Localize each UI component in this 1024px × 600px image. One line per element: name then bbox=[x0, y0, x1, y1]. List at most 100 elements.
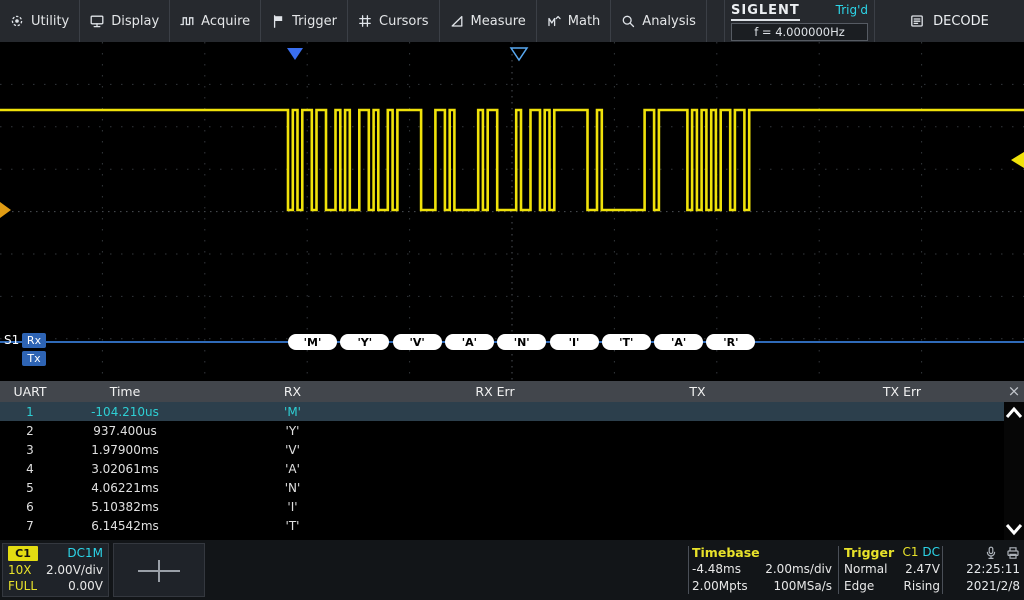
bandwidth-readout: FULL bbox=[8, 579, 37, 594]
divider bbox=[838, 546, 839, 594]
trigger-type-readout: Edge bbox=[844, 578, 874, 595]
channel1-chip: C1 bbox=[8, 546, 38, 561]
divider bbox=[688, 546, 689, 594]
microphone-icon bbox=[984, 546, 998, 560]
table-row[interactable]: 43.02061ms'A' bbox=[0, 459, 1024, 478]
decode-icon bbox=[910, 14, 924, 28]
column-header-uart: UART bbox=[0, 384, 60, 399]
table-body: 1-104.210us'M'2937.400us'Y'31.97900ms'V'… bbox=[0, 402, 1024, 535]
menu-label: Acquire bbox=[201, 14, 250, 29]
table-cell: 5 bbox=[0, 481, 60, 495]
close-icon[interactable]: × bbox=[1004, 381, 1024, 402]
volts-per-div-readout: 2.00V/div bbox=[46, 563, 103, 578]
table-cell: 5.10382ms bbox=[60, 500, 190, 514]
table-cell: 1 bbox=[0, 405, 60, 419]
table-row[interactable]: 31.97900ms'V' bbox=[0, 440, 1024, 459]
decode-char-bubble: 'I' bbox=[550, 334, 599, 350]
decode-bus-label: S1 bbox=[4, 333, 19, 347]
siglent-logo: SIGLENT bbox=[731, 3, 800, 21]
table-row[interactable]: 65.10382ms'I' bbox=[0, 497, 1024, 516]
display-icon bbox=[90, 14, 104, 28]
table-row[interactable]: 76.14542ms'T' bbox=[0, 516, 1024, 535]
table-cell: 3 bbox=[0, 443, 60, 457]
rx-badge: Rx bbox=[22, 333, 46, 348]
decode-button-label: DECODE bbox=[933, 14, 989, 29]
menu-label: Display bbox=[111, 14, 159, 29]
graticule-grid bbox=[0, 42, 1024, 381]
timebase-scale-readout: 2.00ms/div bbox=[765, 561, 832, 578]
menu-item-math[interactable]: Math bbox=[537, 0, 612, 42]
table-cell: 7 bbox=[0, 519, 60, 533]
table-cell: 'I' bbox=[190, 500, 395, 514]
trigger-delay-marker[interactable] bbox=[287, 48, 303, 60]
decode-char-bubble: 'A' bbox=[445, 334, 494, 350]
trigger-status-badge: Trig'd bbox=[836, 3, 868, 17]
trigger-level-marker[interactable] bbox=[1011, 152, 1024, 168]
table-header-row: UART Time RX RX Err TX TX Err × bbox=[0, 381, 1024, 402]
trigger-source-readout: C1 bbox=[903, 545, 919, 559]
trigger-descriptor[interactable]: Trigger C1 DC Normal 2.47V Edge Rising bbox=[844, 544, 940, 595]
table-cell: 3.02061ms bbox=[60, 462, 190, 476]
decode-char-bubble: 'N' bbox=[497, 334, 546, 350]
column-header-rxerr: RX Err bbox=[395, 384, 595, 399]
trace-position-widget bbox=[113, 543, 205, 597]
scroll-up-icon[interactable] bbox=[1005, 406, 1023, 419]
table-cell: 'N' bbox=[190, 481, 395, 495]
measure-icon bbox=[450, 14, 464, 28]
trigger-title: Trigger bbox=[844, 544, 894, 561]
table-cell: 937.400us bbox=[60, 424, 190, 438]
trigger-mode-readout: Normal bbox=[844, 561, 887, 578]
frequency-counter-readout: f = 4.000000Hz bbox=[731, 23, 868, 41]
menu-label: Measure bbox=[471, 14, 526, 29]
memory-depth-readout: 2.00Mpts bbox=[692, 578, 748, 595]
cursors-icon bbox=[358, 14, 372, 28]
decode-char-bubble: 'Y' bbox=[340, 334, 389, 350]
crosshair-icon bbox=[158, 560, 160, 582]
analysis-icon bbox=[621, 14, 635, 28]
coupling-readout: DC1M bbox=[67, 546, 103, 561]
menu-label: Cursors bbox=[379, 14, 429, 29]
acquire-icon bbox=[180, 14, 194, 28]
ch1-zero-level-marker[interactable] bbox=[0, 202, 11, 218]
trigger-coupling-readout: DC bbox=[922, 545, 940, 559]
table-cell: 'M' bbox=[190, 405, 395, 419]
decode-button[interactable]: DECODE bbox=[874, 0, 1024, 42]
table-row[interactable]: 54.06221ms'N' bbox=[0, 478, 1024, 497]
scroll-down-icon[interactable] bbox=[1005, 523, 1023, 536]
menu-item-trigger[interactable]: Trigger bbox=[261, 0, 348, 42]
table-cell: 1.97900ms bbox=[60, 443, 190, 457]
decode-char-bubble: 'A' bbox=[654, 334, 703, 350]
column-header-tx: TX bbox=[595, 384, 800, 399]
menu-item-measure[interactable]: Measure bbox=[440, 0, 537, 42]
time-readout: 22:25:11 bbox=[946, 561, 1020, 578]
sample-rate-readout: 100MSa/s bbox=[773, 578, 832, 595]
trigger-level-readout: 2.47V bbox=[905, 561, 940, 578]
menu-item-analysis[interactable]: Analysis bbox=[611, 0, 707, 42]
table-row[interactable]: 1-104.210us'M' bbox=[0, 402, 1024, 421]
trigger-slope-readout: Rising bbox=[904, 578, 940, 595]
menu-item-display[interactable]: Display bbox=[80, 0, 170, 42]
timebase-descriptor[interactable]: Timebase -4.48ms 2.00ms/div 2.00Mpts 100… bbox=[692, 544, 832, 595]
table-cell: 'T' bbox=[190, 519, 395, 533]
ch1-uart-trace bbox=[0, 110, 1024, 210]
offset-readout: 0.00V bbox=[68, 579, 103, 594]
trigger-position-marker[interactable] bbox=[511, 48, 527, 60]
table-row[interactable]: 2937.400us'Y' bbox=[0, 421, 1024, 440]
waveform-canvas bbox=[0, 42, 1024, 381]
timebase-delay-readout: -4.48ms bbox=[692, 561, 741, 578]
menu-label: Analysis bbox=[642, 14, 696, 29]
table-cell: 'V' bbox=[190, 443, 395, 457]
probe-readout: 10X bbox=[8, 563, 32, 578]
flag-icon bbox=[271, 14, 285, 28]
menu-label: Utility bbox=[31, 14, 69, 29]
menu-item-cursors[interactable]: Cursors bbox=[348, 0, 440, 42]
table-cell: -104.210us bbox=[60, 405, 190, 419]
table-cell: 4 bbox=[0, 462, 60, 476]
menu-item-acquire[interactable]: Acquire bbox=[170, 0, 261, 42]
channel1-descriptor[interactable]: C1 DC1M 10X 2.00V/div FULL 0.00V bbox=[2, 543, 109, 597]
column-header-txerr: TX Err bbox=[800, 384, 1004, 399]
menu-item-utility[interactable]: Utility bbox=[0, 0, 80, 42]
table-cell: 4.06221ms bbox=[60, 481, 190, 495]
column-header-time: Time bbox=[60, 384, 190, 399]
decode-char-bubble: 'R' bbox=[706, 334, 755, 350]
